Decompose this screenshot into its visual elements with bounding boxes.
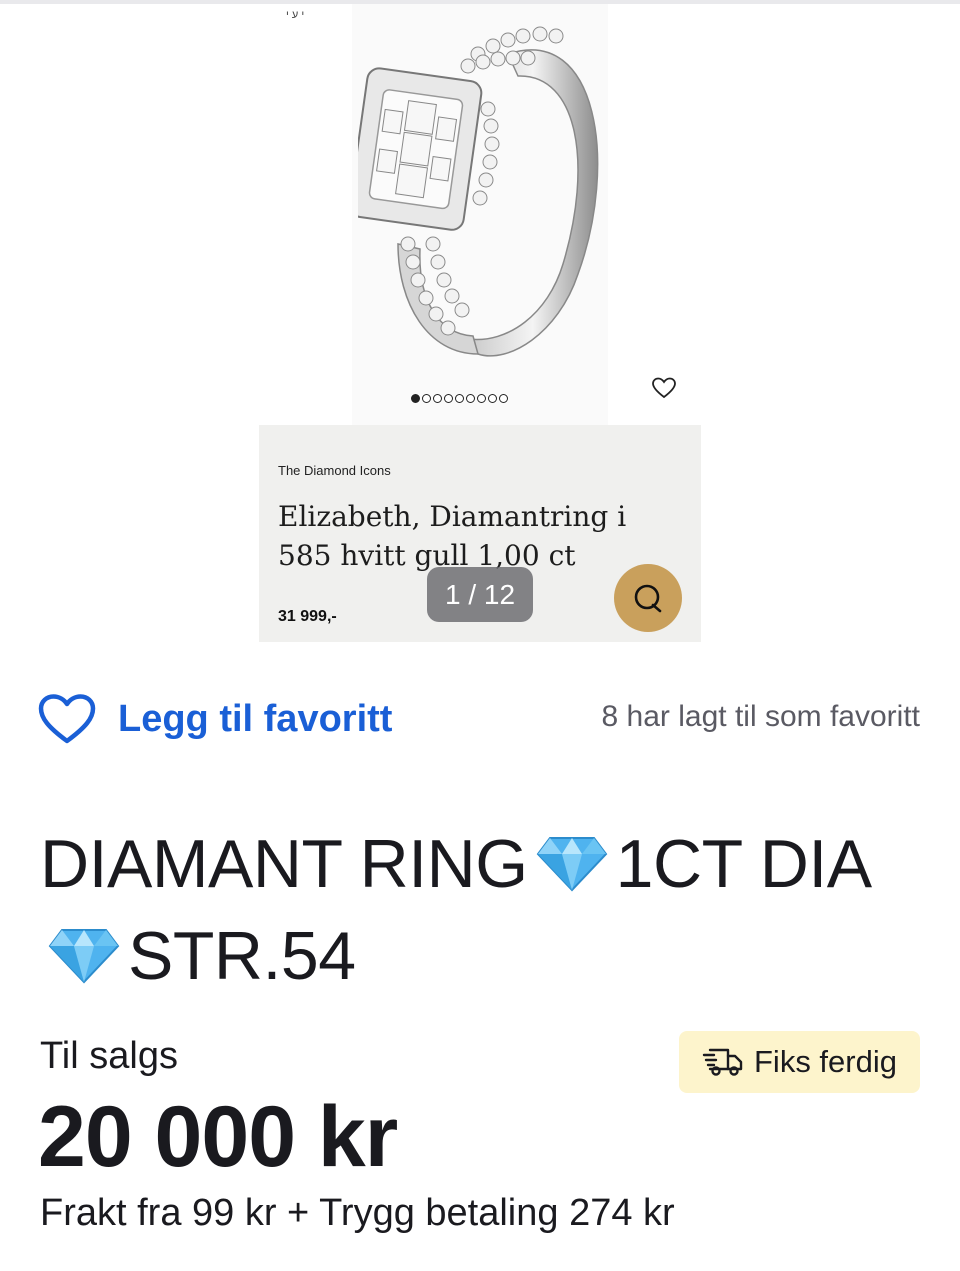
carousel-dot[interactable]: [499, 394, 508, 403]
listing-title-part: DIAMANT RING: [40, 826, 528, 902]
carousel-dot[interactable]: [477, 394, 486, 403]
delivery-truck-icon: [702, 1048, 743, 1076]
carousel-dot[interactable]: [444, 394, 453, 403]
card-price: 31 999,-: [278, 608, 337, 625]
chat-button[interactable]: [614, 564, 682, 632]
card-title: Elizabeth, Diamantring i 585 hvitt gull …: [278, 500, 627, 572]
fiks-ferdig-badge[interactable]: Fiks ferdig: [679, 1031, 920, 1093]
listing-title-part: 1CT DIA: [615, 826, 872, 902]
add-favorite-label: Legg til favoritt: [118, 697, 393, 740]
heart-outline-icon: [38, 694, 96, 744]
favorite-count: 8 har lagt til som favoritt: [601, 700, 920, 733]
listing-price: 20 000 kr: [38, 1089, 398, 1185]
listing-title: DIAMANT RING 1CT DIA STR.54: [40, 818, 920, 1002]
gem-icon: [48, 929, 120, 984]
shipping-info: Frakt fra 99 kr + Trygg betaling 274 kr: [40, 1192, 675, 1234]
carousel-dot[interactable]: [488, 394, 497, 403]
gallery-counter: 1 / 12: [427, 567, 533, 622]
gem-icon: [536, 837, 607, 892]
carousel-dots[interactable]: [411, 394, 508, 403]
carousel-dot[interactable]: [466, 394, 475, 403]
listing-status: Til salgs: [40, 1035, 178, 1077]
add-favorite-button[interactable]: Legg til favoritt: [38, 688, 392, 750]
carousel-dot[interactable]: [455, 394, 464, 403]
carousel-dot[interactable]: [433, 394, 442, 403]
carousel-dot[interactable]: [411, 394, 420, 403]
photo-caption: י ע י: [286, 9, 305, 21]
listing-title-part: STR.54: [128, 918, 356, 994]
card-brand: The Diamond Icons: [278, 463, 391, 478]
chat-bubble-icon: [634, 584, 662, 613]
badge-label: Fiks ferdig: [754, 1044, 897, 1079]
ring-image: [358, 26, 599, 357]
carousel-dot[interactable]: [422, 394, 431, 403]
heart-outline-icon[interactable]: [651, 376, 677, 400]
